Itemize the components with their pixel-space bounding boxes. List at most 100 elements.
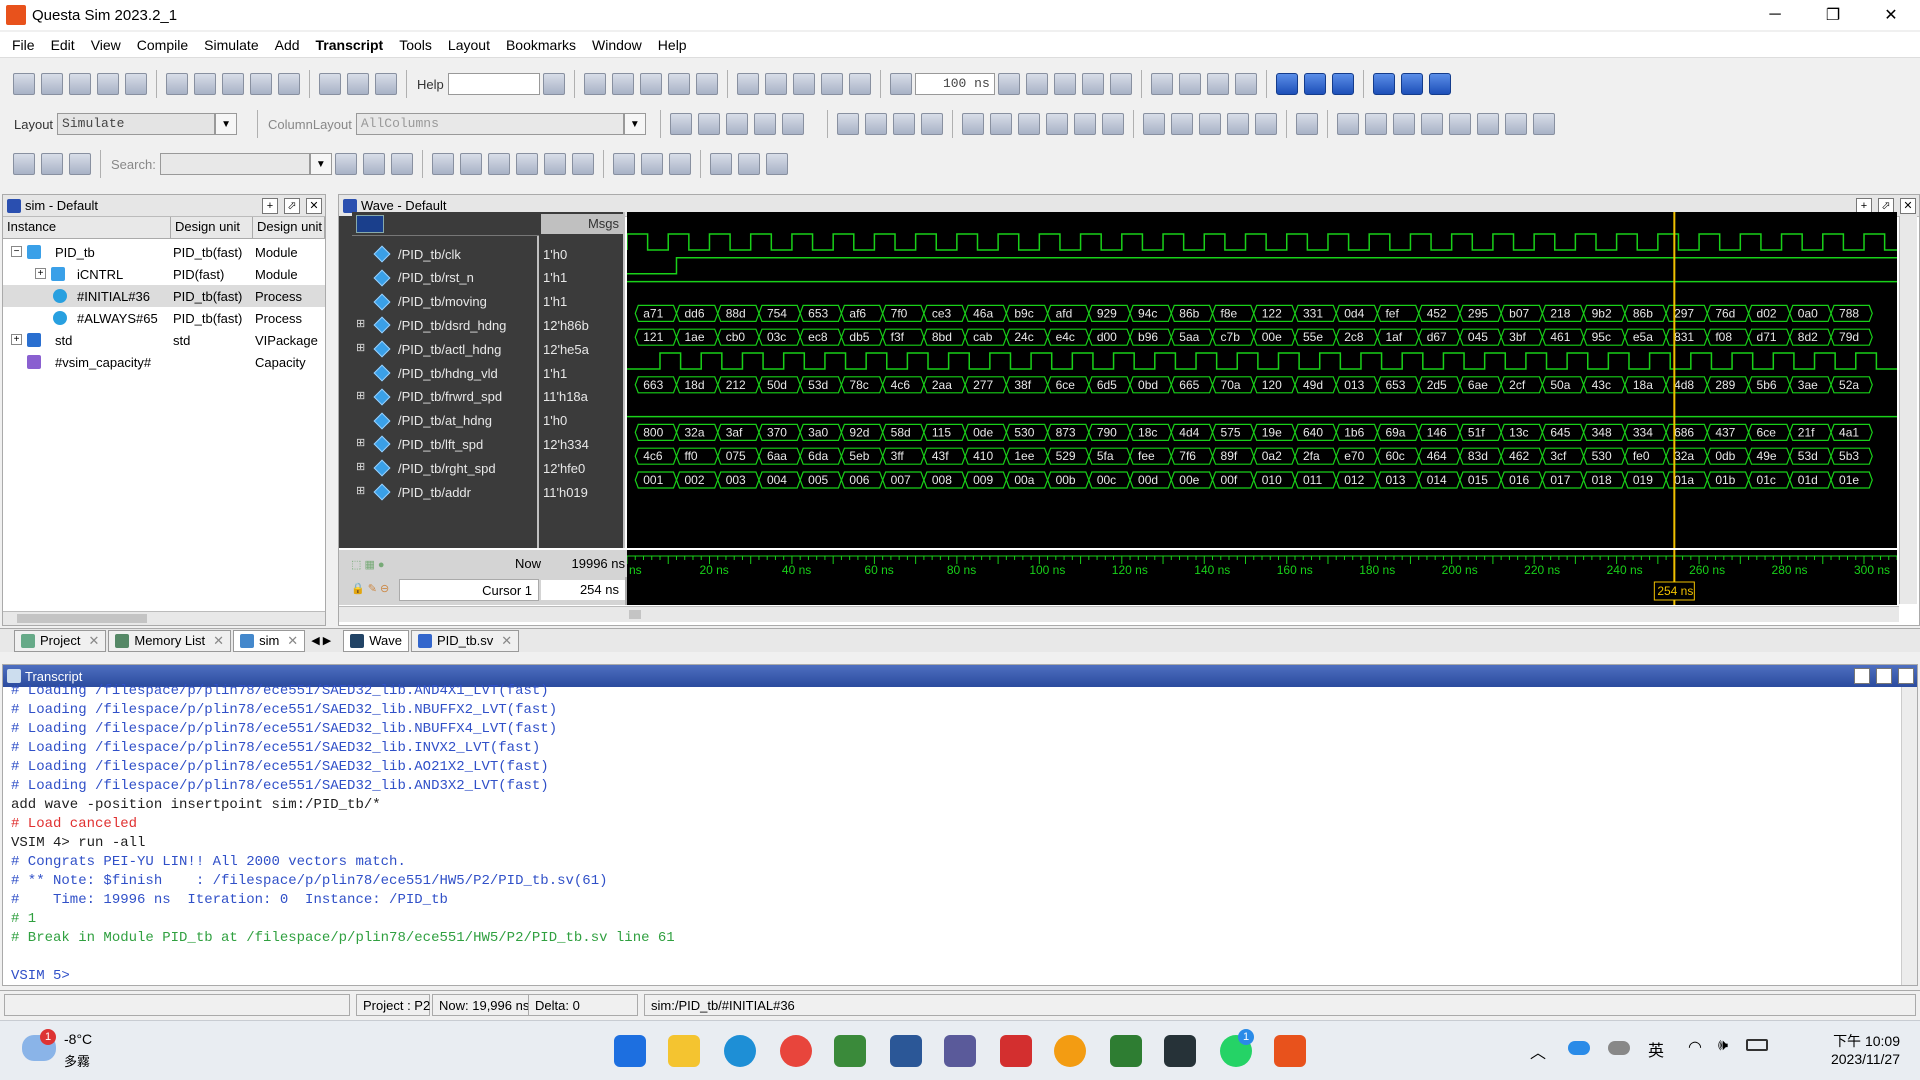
wave-style2-icon[interactable] (640, 153, 663, 175)
del-cursor-icon[interactable] (1364, 113, 1387, 135)
signal-row[interactable]: ⊞ /PID_tb/dsrd_hdng (352, 313, 539, 337)
break-icon[interactable] (611, 73, 634, 95)
prev-rise-icon[interactable] (1504, 113, 1527, 135)
add-cursor-icon[interactable] (1336, 113, 1359, 135)
memory-icon[interactable] (667, 73, 690, 95)
end-sim-icon[interactable] (695, 73, 718, 95)
columnlayout-dropdown-icon[interactable]: ▼ (623, 113, 646, 135)
undo-icon[interactable] (250, 73, 272, 95)
next-rise-icon[interactable] (1532, 113, 1555, 135)
new-file-icon[interactable] (13, 73, 35, 95)
edge-icon[interactable] (724, 1035, 756, 1067)
expand-icon[interactable]: ⊞ (356, 438, 366, 449)
timeline-area[interactable]: ns 20 ns 40 ns 60 ns 80 ns 100 ns 120 ns 140 ns… (627, 550, 1897, 605)
tool3-icon[interactable] (1206, 73, 1229, 95)
search-opts-icon[interactable] (390, 153, 413, 175)
reload-icon[interactable] (97, 73, 119, 95)
delete-all-icon[interactable] (864, 113, 887, 135)
zoom-full-icon[interactable] (487, 153, 510, 175)
wave-hscrollbar[interactable] (339, 606, 1899, 622)
menu-view[interactable]: View (83, 37, 129, 53)
transcript-undock-button[interactable]: ⬀ (1876, 668, 1892, 684)
questa-taskbar-icon[interactable] (1274, 1035, 1306, 1067)
chevron-up-icon[interactable]: ︿ (1530, 1039, 1546, 1063)
app-icon[interactable] (834, 1035, 866, 1067)
instance-row[interactable]: #INITIAL#36 PID_tb(fast) Process (3, 285, 325, 307)
step-over-icon[interactable] (1303, 73, 1326, 95)
find-icon[interactable] (347, 73, 369, 95)
expand-icon[interactable]: ⊞ (356, 390, 366, 401)
clock-date[interactable]: 2023/11/27 (1796, 1051, 1900, 1067)
arrow-left-icon[interactable] (820, 73, 843, 95)
tab-wave[interactable]: Wave (343, 629, 409, 652)
menu-tools[interactable]: Tools (391, 37, 440, 53)
ime-lang[interactable]: 英 (1648, 1037, 1664, 1061)
onedrive-icon[interactable] (1568, 1041, 1590, 1055)
instance-row[interactable]: − PID_tb PID_tb(fast) Module (3, 241, 325, 263)
wifi-icon[interactable]: ◠ (1688, 1037, 1702, 1057)
signal-row[interactable]: ⊞ /PID_tb/frwrd_spd (352, 385, 539, 409)
delete-wave-icon[interactable] (836, 113, 859, 135)
all-icon[interactable] (1073, 113, 1096, 135)
select-mode-icon[interactable] (1142, 113, 1165, 135)
menu-help[interactable]: Help (650, 37, 695, 53)
menu-compile[interactable]: Compile (129, 37, 196, 53)
expand-icon[interactable]: ⊞ (356, 343, 366, 354)
pan-mode-icon[interactable] (1198, 113, 1221, 135)
run-icon[interactable] (997, 73, 1020, 95)
tab-sim[interactable]: sim ✕ (233, 629, 306, 652)
search-prev-icon[interactable] (334, 153, 357, 175)
menu-simulate[interactable]: Simulate (196, 37, 266, 53)
waveform-area[interactable]: a71 dd6 88d 754 653 af6 7f0 ce3 46a b9c afd 929 94c 8… (627, 212, 1897, 548)
app2-icon[interactable] (944, 1035, 976, 1067)
step-out-icon[interactable] (1331, 73, 1354, 95)
step-into-icon[interactable] (1275, 73, 1298, 95)
wave-insert-icon[interactable] (753, 113, 776, 135)
chrome-icon[interactable] (780, 1035, 812, 1067)
zoom-in-icon[interactable] (431, 153, 454, 175)
app3-icon[interactable] (1054, 1035, 1086, 1067)
wave-vscrollbar[interactable] (1899, 216, 1917, 604)
tool1-icon[interactable] (1150, 73, 1173, 95)
word-icon[interactable] (890, 1035, 922, 1067)
zoom-last-icon[interactable] (543, 153, 566, 175)
tab-memory-list[interactable]: Memory List ✕ (108, 629, 232, 652)
step-over-sm-icon[interactable] (13, 153, 35, 175)
save-icon[interactable] (69, 73, 91, 95)
tab-project[interactable]: Project ✕ (14, 629, 107, 652)
layout-dropdown-icon[interactable]: ▼ (215, 113, 238, 135)
col-instance[interactable]: Instance (3, 217, 171, 238)
tab-scroll-icon[interactable]: ◀ ▶ (311, 634, 331, 647)
arrow-right-icon[interactable] (848, 73, 871, 95)
wave-icon[interactable] (736, 73, 759, 95)
break-sim-icon[interactable] (1081, 73, 1104, 95)
hand-icon[interactable] (1234, 73, 1257, 95)
copy-icon[interactable] (194, 73, 216, 95)
signal-row[interactable]: /PID_tb/at_hdng (352, 409, 539, 433)
circle-icon[interactable] (989, 113, 1012, 135)
tool2-icon[interactable] (1178, 73, 1201, 95)
signal-row[interactable]: ⊞ /PID_tb/addr (352, 480, 539, 504)
help-search-icon[interactable] (542, 73, 565, 95)
step-icon[interactable] (764, 73, 787, 95)
search-input[interactable] (159, 153, 310, 175)
simulate-icon[interactable] (583, 73, 606, 95)
instance-row[interactable]: + std std VIPackage (3, 329, 325, 351)
expand-icon[interactable]: ⊞ (356, 462, 366, 473)
start-icon[interactable] (614, 1035, 646, 1067)
wave-style3-icon[interactable] (668, 153, 691, 175)
open-folder-icon[interactable] (41, 73, 63, 95)
file-explorer-icon[interactable] (668, 1035, 700, 1067)
wave-close-button[interactable]: ✕ (1900, 197, 1916, 214)
restart-icon[interactable] (639, 73, 662, 95)
menu-transcript[interactable]: Transcript (308, 37, 392, 53)
trace-icon[interactable] (961, 113, 984, 135)
wave-style4-icon[interactable] (709, 153, 732, 175)
battery-icon[interactable] (1746, 1039, 1768, 1051)
wave-add-icon[interactable] (669, 113, 692, 135)
search-dropdown-icon[interactable]: ▼ (309, 153, 332, 175)
cloud-icon[interactable] (1608, 1041, 1630, 1055)
step-back-out-icon[interactable] (1428, 73, 1451, 95)
redo-icon[interactable] (278, 73, 300, 95)
menu-file[interactable]: File (4, 37, 43, 53)
